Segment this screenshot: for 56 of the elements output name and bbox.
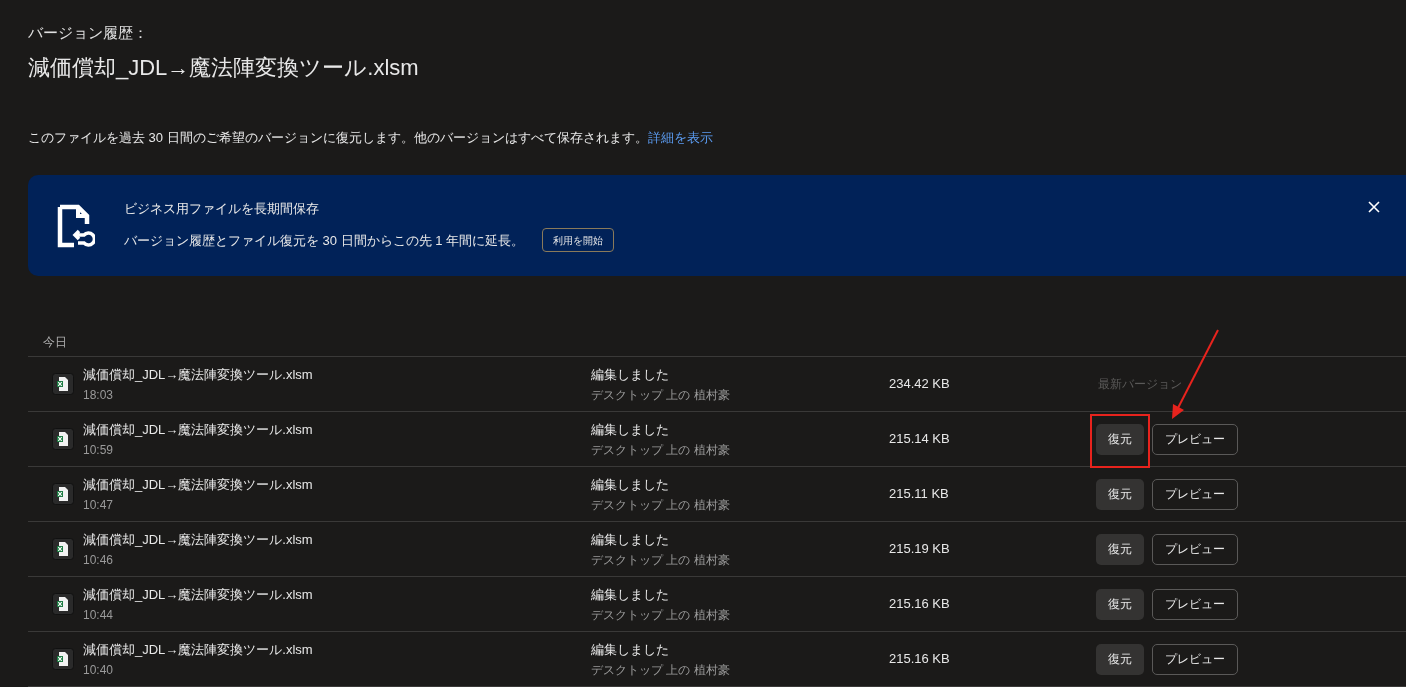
get-started-button[interactable]: 利用を開始 — [542, 228, 615, 253]
file-size: 215.11 KB — [889, 485, 950, 504]
details-link[interactable]: 詳細を表示 — [647, 130, 713, 145]
preview-button[interactable]: プレビュー — [1152, 478, 1238, 510]
edit-location: デスクトップ 上の 植村豪 — [591, 442, 731, 457]
version-time: 10:47 — [83, 497, 115, 512]
file-name: 減価償却_JDL→魔法陣変換ツール.xlsm — [83, 366, 314, 383]
version-time: 10:46 — [83, 552, 115, 567]
edit-location: デスクトップ 上の 植村豪 — [591, 552, 731, 567]
file-size: 215.16 KB — [889, 595, 951, 614]
restore-button[interactable]: 復元 — [1096, 478, 1144, 510]
banner-text: バージョン履歴とファイル復元を 30 日間からこの先 1 年間に延長。 — [124, 231, 525, 250]
edit-action: 編集しました — [591, 421, 670, 438]
version-time: 10:59 — [83, 442, 115, 457]
file-size: 215.16 KB — [889, 650, 951, 669]
file-name: 減価償却_JDL→魔法陣変換ツール.xlsm — [83, 586, 314, 603]
file-title: 減価償却_JDL→魔法陣変換ツール.xlsm — [28, 54, 420, 82]
preview-button[interactable]: プレビュー — [1152, 423, 1238, 455]
close-icon[interactable] — [1368, 201, 1380, 213]
banner-title: ビジネス用ファイルを長期間保存 — [124, 199, 320, 218]
restore-button[interactable]: 復元 — [1096, 588, 1144, 620]
edit-action: 編集しました — [591, 586, 670, 603]
edit-action: 編集しました — [591, 641, 670, 658]
file-name: 減価償却_JDL→魔法陣変換ツール.xlsm — [83, 531, 314, 548]
version-time: 10:40 — [83, 662, 115, 677]
file-size: 234.42 KB — [889, 375, 951, 394]
edit-action: 編集しました — [591, 476, 670, 493]
section-header: 今日 — [43, 334, 67, 351]
description-text: このファイルを過去 30 日間のご希望のバージョンに復元します。他のバージョンはすべて保存されます。詳細を表示 — [28, 129, 714, 147]
spreadsheet-file-icon — [52, 538, 74, 560]
file-size: 215.14 KB — [889, 430, 951, 449]
restore-button[interactable]: 復元 — [1096, 533, 1144, 565]
edit-action: 編集しました — [591, 366, 670, 383]
edit-action: 編集しました — [591, 531, 670, 548]
spreadsheet-file-icon — [52, 648, 74, 670]
restore-button[interactable]: 復元 — [1096, 423, 1144, 455]
edit-location: デスクトップ 上の 植村豪 — [591, 662, 731, 677]
history-label: バージョン履歴： — [28, 24, 149, 42]
file-name: 減価償却_JDL→魔法陣変換ツール.xlsm — [83, 641, 314, 658]
spreadsheet-file-icon — [52, 593, 74, 615]
edit-location: デスクトップ 上の 植村豪 — [591, 497, 731, 512]
edit-location: デスクトップ 上の 植村豪 — [591, 387, 731, 402]
file-size: 215.19 KB — [889, 540, 951, 559]
edit-location: デスクトップ 上の 植村豪 — [591, 607, 731, 622]
restore-button[interactable]: 復元 — [1096, 643, 1144, 675]
preview-button[interactable]: プレビュー — [1152, 588, 1238, 620]
preview-button[interactable]: プレビュー — [1152, 533, 1238, 565]
file-name: 減価償却_JDL→魔法陣変換ツール.xlsm — [83, 421, 314, 438]
spreadsheet-file-icon — [52, 373, 74, 395]
file-name: 減価償却_JDL→魔法陣変換ツール.xlsm — [83, 476, 314, 493]
spreadsheet-file-icon — [52, 428, 74, 450]
file-restore-icon — [57, 203, 95, 248]
spreadsheet-file-icon — [52, 483, 74, 505]
version-time: 18:03 — [83, 387, 115, 402]
version-time: 10:44 — [83, 607, 115, 622]
preview-button[interactable]: プレビュー — [1152, 643, 1238, 675]
